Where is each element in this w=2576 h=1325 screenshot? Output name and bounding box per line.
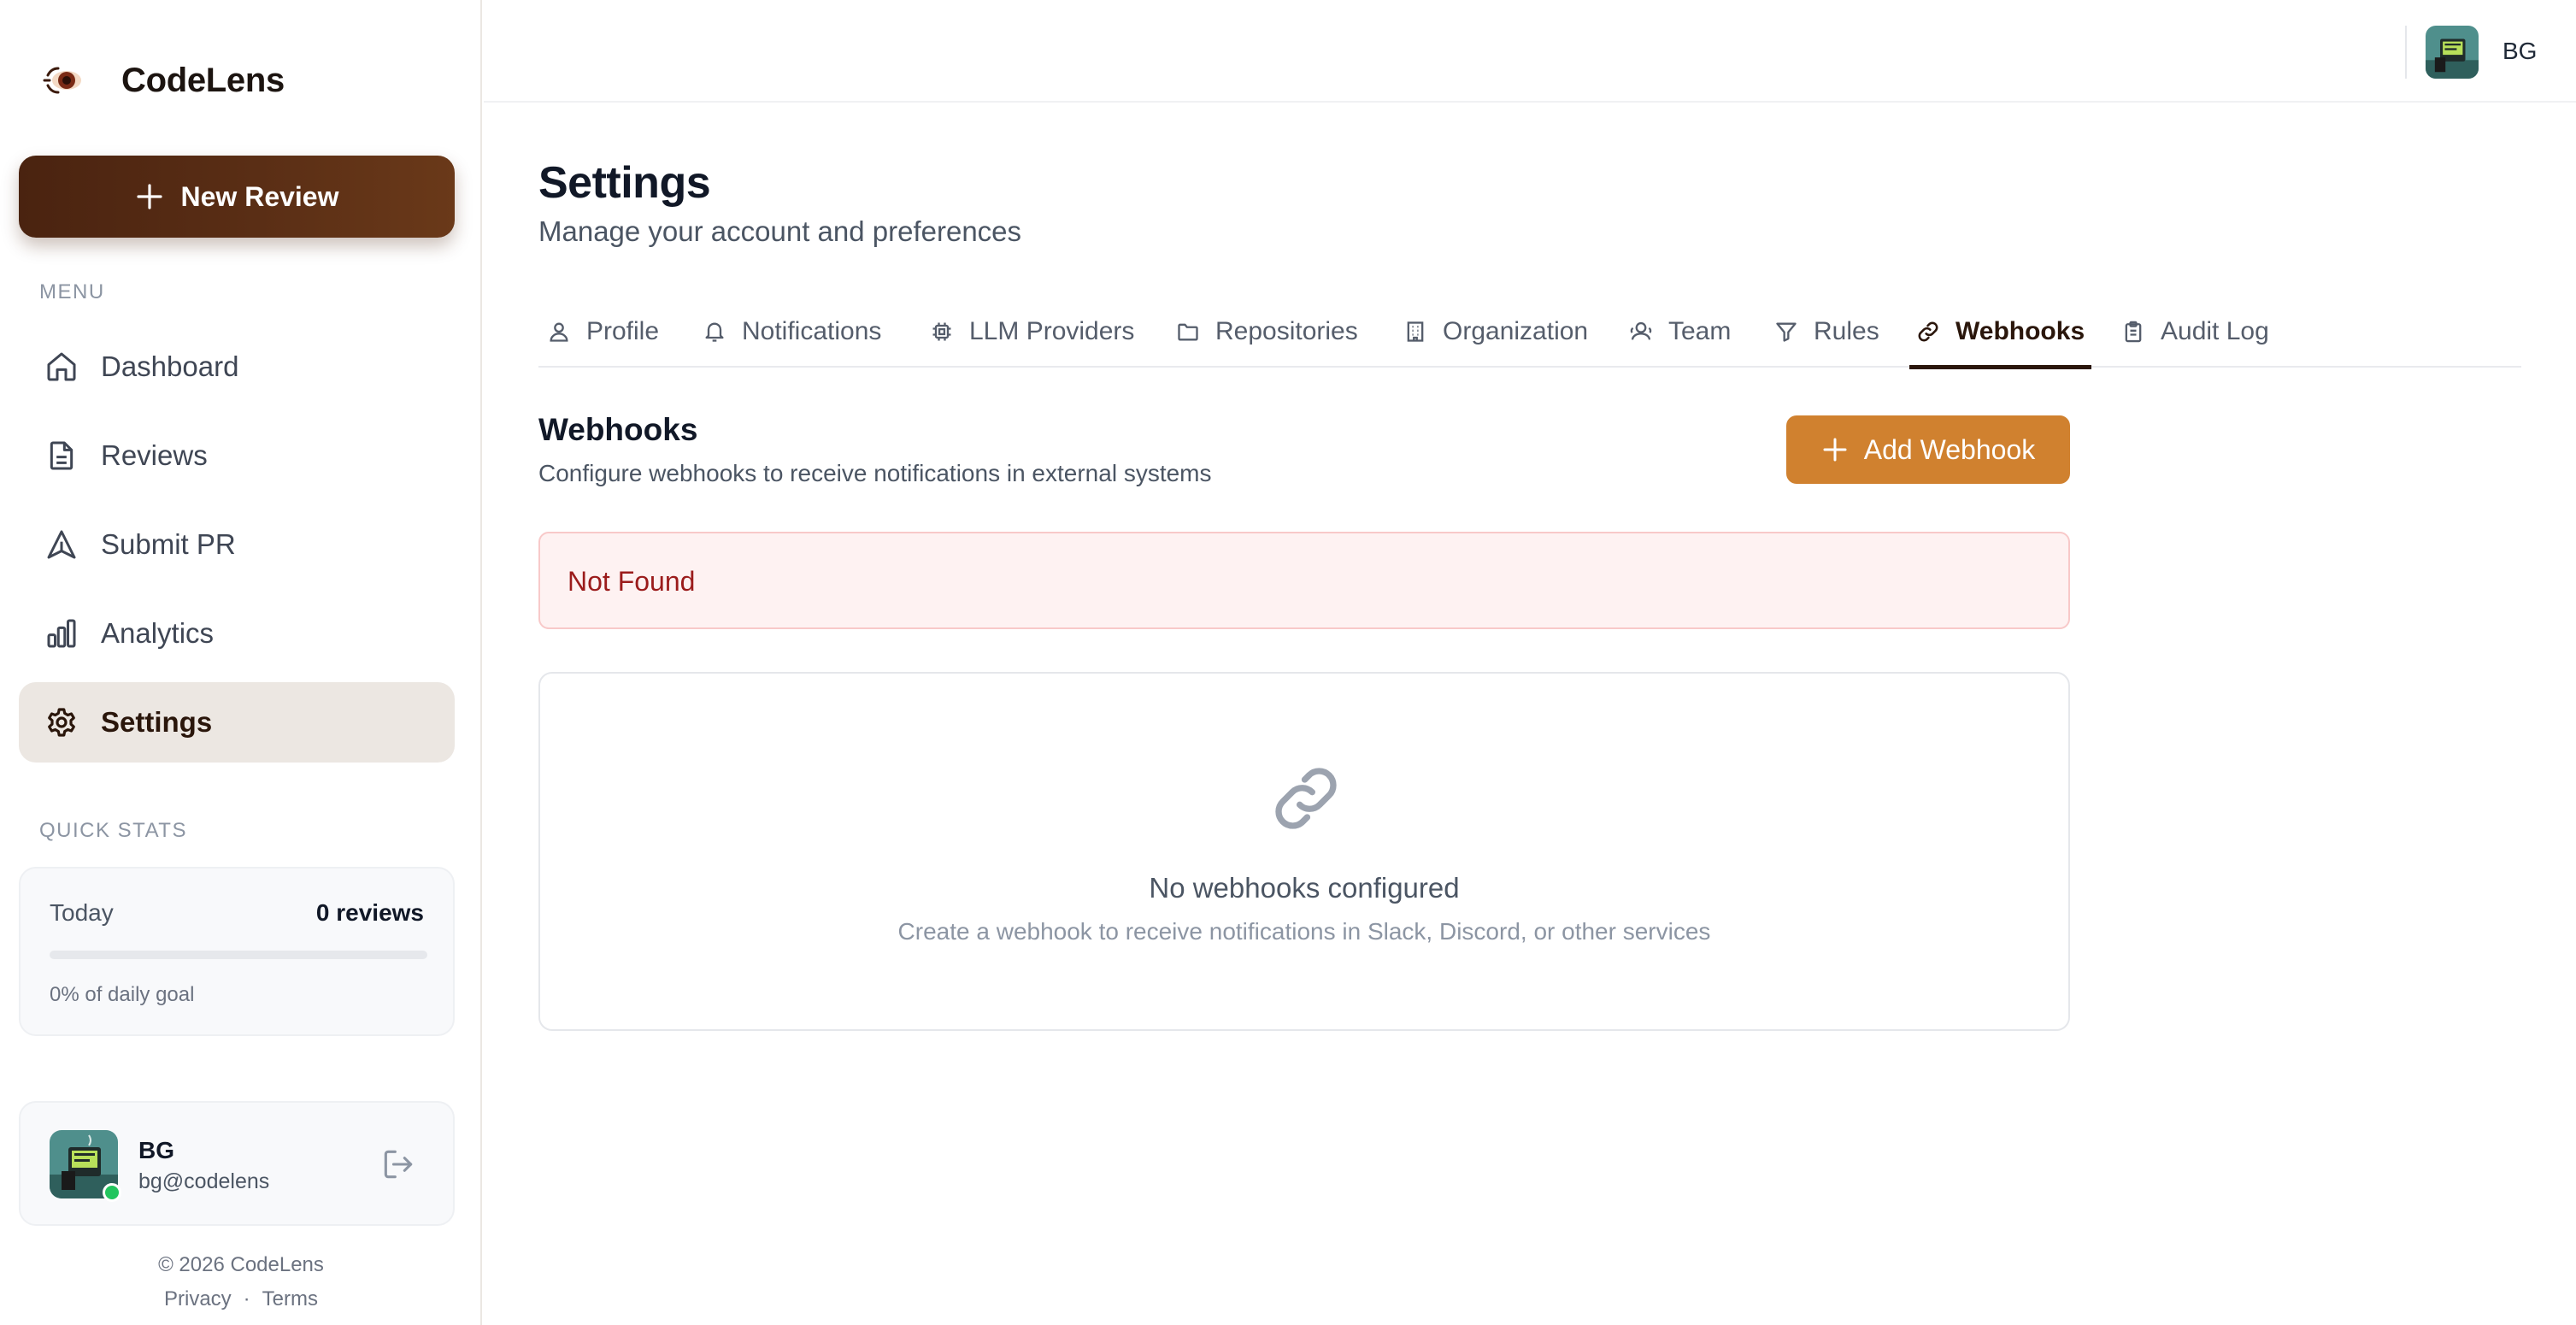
tab-label: Repositories [1215, 317, 1358, 345]
sidebar-item-label: Reviews [101, 439, 208, 471]
error-message: Not Found [568, 566, 696, 597]
user-name: BG [138, 1137, 174, 1163]
menu-section-label: MENU [39, 280, 105, 303]
topbar-divider [2405, 26, 2407, 79]
eye-logo-icon [41, 56, 89, 104]
document-icon [44, 439, 79, 473]
error-alert: Not Found [538, 532, 2070, 629]
online-status-indicator [103, 1183, 121, 1202]
plus-icon [1821, 436, 1849, 463]
tab-label: Audit Log [2161, 317, 2269, 345]
header-user-initials[interactable]: BG [2502, 38, 2537, 65]
top-bar: BG [484, 0, 2576, 103]
stats-goal-text: 0% of daily goal [50, 983, 195, 1006]
page-title: Settings [538, 158, 711, 208]
tab-label: Rules [1814, 317, 1879, 345]
user-email: bg@codelens [138, 1169, 270, 1193]
home-icon [44, 350, 79, 384]
new-review-label: New Review [180, 180, 339, 212]
sidebar-item-settings[interactable]: Settings [19, 682, 455, 763]
header-avatar[interactable] [2426, 26, 2479, 79]
tab-notifications[interactable]: Notifications [703, 296, 881, 368]
tab-webhooks[interactable]: Webhooks [1908, 296, 2092, 369]
user-card[interactable]: BG bg@codelens [19, 1101, 455, 1226]
link-icon [1916, 320, 1940, 344]
tab-label: Profile [586, 317, 660, 345]
sidebar-item-label: Submit PR [101, 528, 236, 560]
building-icon [1403, 320, 1427, 344]
terms-link[interactable]: Terms [262, 1287, 318, 1310]
sidebar-item-reviews[interactable]: Reviews [19, 415, 455, 496]
add-webhook-label: Add Webhook [1863, 433, 2036, 465]
tab-rules[interactable]: Rules [1774, 296, 1879, 368]
plus-icon [135, 182, 164, 211]
sidebar: CodeLens New Review MENU Dashboard Revie… [0, 0, 482, 1325]
empty-state-description: Create a webhook to receive notification… [897, 918, 1711, 945]
webhooks-section-title: Webhooks [538, 412, 698, 447]
brand[interactable]: CodeLens [41, 56, 285, 104]
tab-organization[interactable]: Organization [1403, 296, 1588, 368]
page-subtitle: Manage your account and preferences [538, 215, 1022, 247]
chip-icon [930, 320, 954, 344]
empty-state-title: No webhooks configured [1149, 872, 1460, 904]
tab-repositories[interactable]: Repositories [1176, 296, 1358, 368]
filter-icon [1774, 320, 1798, 344]
bar-chart-icon [44, 616, 79, 651]
tab-llm-providers[interactable]: LLM Providers [930, 296, 1134, 368]
clipboard-icon [2121, 320, 2145, 344]
brand-name: CodeLens [121, 61, 285, 99]
webhooks-section-description: Configure webhooks to receive notificati… [538, 460, 1212, 486]
privacy-link[interactable]: Privacy [164, 1287, 232, 1310]
gear-icon [44, 705, 79, 739]
send-icon [44, 527, 79, 562]
tab-audit-log[interactable]: Audit Log [2121, 296, 2269, 368]
users-icon [1629, 320, 1653, 344]
empty-state-card: No webhooks configured Create a webhook … [538, 672, 2070, 1031]
logout-icon[interactable] [379, 1145, 417, 1183]
user-icon [547, 320, 571, 344]
folder-icon [1176, 320, 1200, 344]
footer-links: Privacy · Terms [0, 1287, 482, 1311]
tab-label: Team [1668, 317, 1732, 345]
settings-tabs: Profile Notifications LLM Providers Repo… [538, 296, 2521, 369]
tab-label: Webhooks [1956, 317, 2085, 345]
link-icon [1268, 761, 1344, 836]
tab-team[interactable]: Team [1629, 296, 1731, 368]
footer-separator: · [243, 1287, 250, 1310]
stats-period: Today [50, 899, 114, 926]
sidebar-item-label: Dashboard [101, 350, 239, 382]
sidebar-item-submit-pr[interactable]: Submit PR [19, 504, 455, 585]
quick-stats-label: QUICK STATS [39, 819, 187, 842]
add-webhook-button[interactable]: Add Webhook [1786, 415, 2070, 484]
tab-label: LLM Providers [969, 317, 1135, 345]
sidebar-item-dashboard[interactable]: Dashboard [19, 327, 455, 407]
footer-copyright: © 2026 CodeLens [158, 1253, 324, 1276]
tab-profile[interactable]: Profile [547, 296, 659, 368]
quick-stats-card: Today 0 reviews 0% of daily goal [19, 867, 455, 1036]
daily-goal-progress-bar [50, 951, 427, 959]
tab-label: Notifications [742, 317, 882, 345]
sidebar-item-label: Settings [101, 706, 213, 738]
sidebar-item-analytics[interactable]: Analytics [19, 593, 455, 674]
new-review-button[interactable]: New Review [19, 156, 455, 238]
tab-label: Organization [1443, 317, 1589, 345]
stats-review-count: 0 reviews [315, 899, 424, 926]
sidebar-item-label: Analytics [101, 617, 215, 649]
bell-icon [703, 320, 726, 344]
